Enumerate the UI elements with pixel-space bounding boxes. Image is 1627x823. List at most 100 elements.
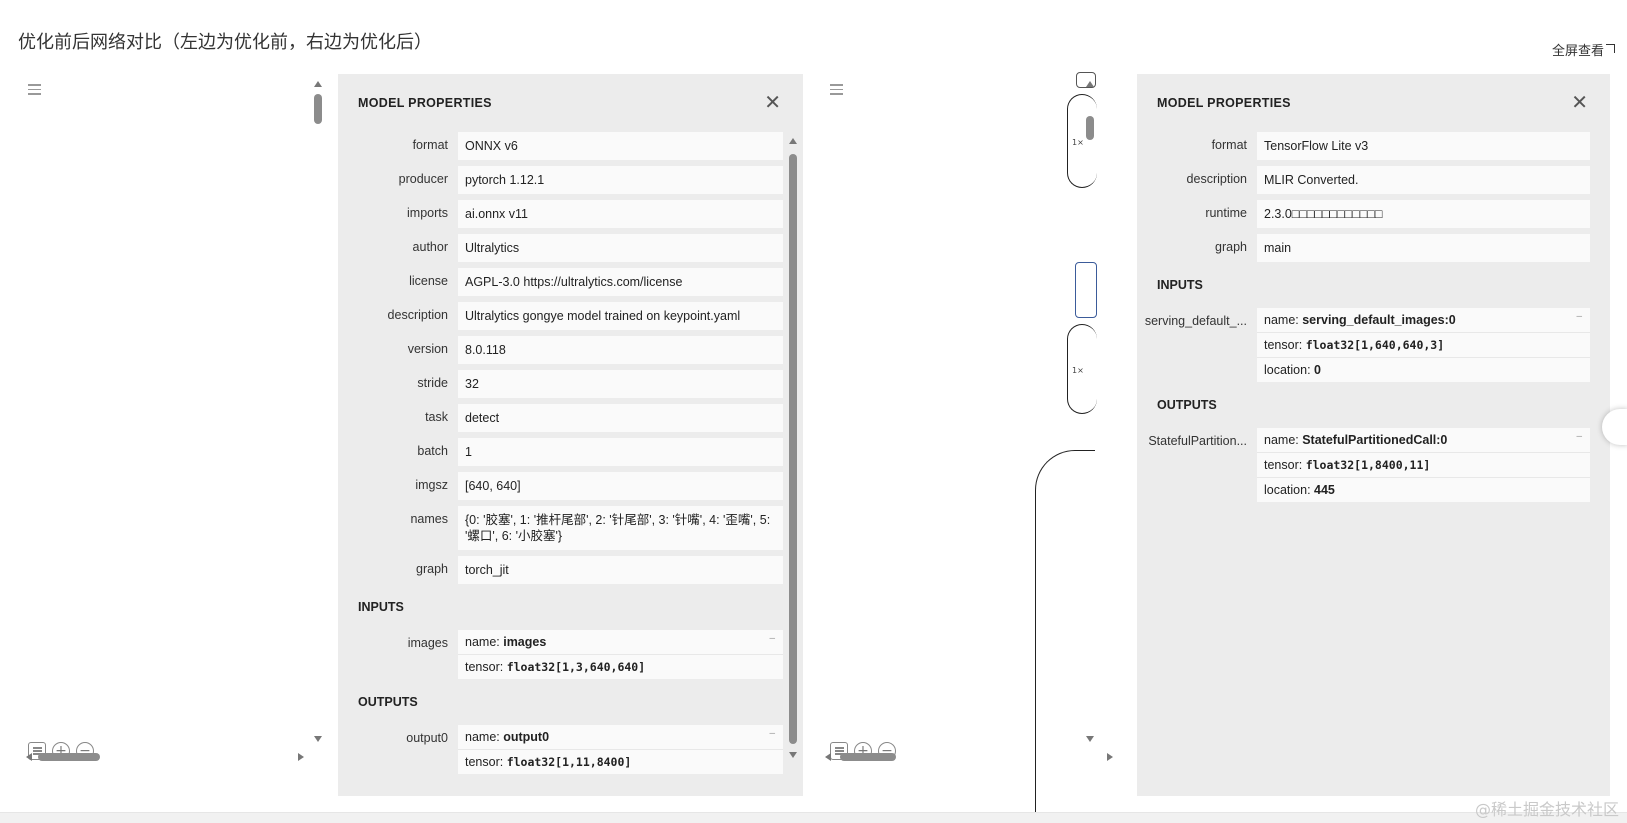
outputs-heading: OUTPUTS — [358, 695, 418, 709]
close-icon[interactable]: ✕ — [764, 92, 781, 112]
property-value[interactable]: 1 — [458, 438, 783, 466]
graph-edge — [1035, 450, 1095, 823]
io-tensor-line: tensor: float32[1,640,640,3] — [1257, 333, 1590, 358]
graph-scroll-left-arrow[interactable] — [825, 753, 831, 761]
property-value[interactable]: detect — [458, 404, 783, 432]
collapse-icon[interactable]: – — [769, 728, 775, 739]
graph-scroll-up-arrow[interactable] — [1086, 81, 1094, 87]
property-label: version — [407, 342, 448, 356]
outputs-heading: OUTPUTS — [1157, 398, 1217, 412]
collapse-icon[interactable]: – — [1576, 431, 1582, 442]
io-name-line: name: StatefulPartitionedCall:0 — [1257, 428, 1590, 453]
property-value[interactable]: 2.3.0□□□□□□□□□□□□ — [1257, 200, 1590, 228]
panel-scroll-down-arrow[interactable] — [789, 752, 797, 758]
io-tensor-key: tensor: — [1264, 458, 1306, 472]
panel-scrollbar-thumb[interactable] — [789, 154, 797, 744]
property-value[interactable]: {0: '胶塞', 1: '推杆尾部', 2: '针尾部', 3: '针嘴', … — [458, 506, 783, 550]
graph-scroll-up-arrow[interactable] — [314, 81, 322, 87]
property-value[interactable]: torch_jit — [458, 556, 783, 584]
io-location-value: 445 — [1314, 483, 1335, 497]
close-icon[interactable]: ✕ — [1571, 92, 1588, 112]
property-row-license: license AGPL-3.0 https://ultralytics.com/… — [338, 268, 783, 296]
page-title: 优化前后网络对比（左边为优化前，右边为优化后） — [18, 32, 432, 53]
graph-vertical-scrollbar-thumb[interactable] — [314, 94, 322, 124]
io-name-line: name: output0 — [458, 725, 783, 750]
fullscreen-button[interactable]: 全屏查看 — [1552, 40, 1615, 59]
property-row-task: task detect — [338, 404, 783, 432]
io-detail-box[interactable]: – name: serving_default_images:0 tensor: f… — [1257, 308, 1590, 382]
property-label: stride — [417, 376, 448, 390]
property-value[interactable]: [640, 640] — [458, 472, 783, 500]
graph-horizontal-scrollbar-thumb[interactable] — [840, 753, 896, 761]
property-row-runtime: runtime 2.3.0□□□□□□□□□□□□ — [1137, 200, 1590, 228]
io-label: serving_default_... — [1144, 314, 1247, 328]
property-row-imports: imports ai.onnx v11 — [338, 200, 783, 228]
io-tensor-value: float32[1,11,8400] — [506, 755, 632, 769]
property-value[interactable]: 32 — [458, 370, 783, 398]
io-detail-box[interactable]: – name: images tensor: float32[1,3,640,640… — [458, 630, 783, 679]
property-row-stride: stride 32 — [338, 370, 783, 398]
panel-title: MODEL PROPERTIES — [1157, 96, 1291, 110]
property-row-version: version 8.0.118 — [338, 336, 783, 364]
property-label: task — [425, 410, 448, 424]
fullscreen-label: 全屏查看 — [1551, 44, 1604, 59]
collapse-icon[interactable]: – — [769, 633, 775, 644]
right-viewer: 1× 1× + − MODEL PROPERTIES ✕ format Tenso… — [820, 72, 1627, 823]
property-value[interactable]: main — [1257, 234, 1590, 262]
property-row-imgsz: imgsz [640, 640] — [338, 472, 783, 500]
io-location-line: location: 445 — [1257, 478, 1590, 502]
property-value[interactable]: ONNX v6 — [458, 132, 783, 160]
property-value[interactable]: TensorFlow Lite v3 — [1257, 132, 1590, 160]
io-label: images — [407, 636, 448, 650]
graph-horizontal-scrollbar-thumb[interactable] — [38, 753, 100, 761]
io-name-key: name: — [465, 635, 504, 649]
io-name-line: name: images — [458, 630, 783, 655]
io-detail-box[interactable]: – name: output0 tensor: float32[1,11,8400] — [458, 725, 783, 774]
graph-vertical-scrollbar-thumb[interactable] — [1086, 116, 1094, 140]
property-value[interactable]: ai.onnx v11 — [458, 200, 783, 228]
property-row-graph: graph main — [1137, 234, 1590, 262]
property-row-format: format ONNX v6 — [338, 132, 783, 160]
graph-scroll-down-arrow[interactable] — [1086, 736, 1094, 742]
io-label: StatefulPartition... — [1148, 434, 1247, 448]
io-tensor-value: float32[1,640,640,3] — [1305, 338, 1445, 352]
property-value[interactable]: 8.0.118 — [458, 336, 783, 364]
io-location-line: location: 0 — [1257, 358, 1590, 382]
property-row-producer: producer pytorch 1.12.1 — [338, 166, 783, 194]
io-name-value: StatefulPartitionedCall:0 — [1302, 433, 1448, 447]
property-row-batch: batch 1 — [338, 438, 783, 466]
property-label: imports — [407, 206, 448, 220]
graph-edge-label: 1× — [1072, 366, 1084, 375]
property-label: description — [1186, 172, 1247, 186]
graph-scroll-left-arrow[interactable] — [26, 753, 32, 761]
property-value[interactable]: MLIR Converted. — [1257, 166, 1590, 194]
property-value[interactable]: Ultralytics gongye model trained on keyp… — [458, 302, 783, 330]
property-row-description: description Ultralytics gongye model trai… — [338, 302, 783, 330]
io-detail-box[interactable]: – name: StatefulPartitionedCall:0 tensor: … — [1257, 428, 1590, 502]
graph-scroll-right-arrow[interactable] — [1107, 753, 1113, 761]
bottom-strip — [0, 812, 1627, 823]
panel-title: MODEL PROPERTIES — [358, 96, 492, 110]
panel-scroll-up-arrow[interactable] — [789, 138, 797, 144]
property-value[interactable]: pytorch 1.12.1 — [458, 166, 783, 194]
hamburger-icon[interactable] — [830, 84, 843, 95]
properties-list: format TensorFlow Lite v3 description MLIR … — [1137, 132, 1590, 508]
page: 优化前后网络对比（左边为优化前，右边为优化后） 全屏查看 + − MODEL P… — [0, 0, 1627, 823]
io-tensor-key: tensor: — [1264, 338, 1306, 352]
output-row: output0 – name: output0 tensor: float32[1,1… — [338, 725, 783, 774]
output-row: StatefulPartition... – name: StatefulParti… — [1137, 428, 1590, 502]
graph-edge-label: 1× — [1072, 138, 1084, 147]
io-location-key: location: — [1264, 483, 1315, 497]
io-name-value: output0 — [503, 730, 550, 744]
io-tensor-value: float32[1,3,640,640] — [506, 660, 646, 674]
io-tensor-line: tensor: float32[1,3,640,640] — [458, 655, 783, 679]
hamburger-icon[interactable] — [28, 84, 41, 95]
graph-scroll-right-arrow[interactable] — [298, 753, 304, 761]
collapse-icon[interactable]: – — [1576, 311, 1582, 322]
property-value[interactable]: Ultralytics — [458, 234, 783, 262]
property-label: description — [387, 308, 448, 322]
io-tensor-key: tensor: — [465, 755, 507, 769]
property-value[interactable]: AGPL-3.0 https://ultralytics.com/license — [458, 268, 783, 296]
graph-node-fragment[interactable] — [1075, 262, 1097, 318]
graph-scroll-down-arrow[interactable] — [314, 736, 322, 742]
